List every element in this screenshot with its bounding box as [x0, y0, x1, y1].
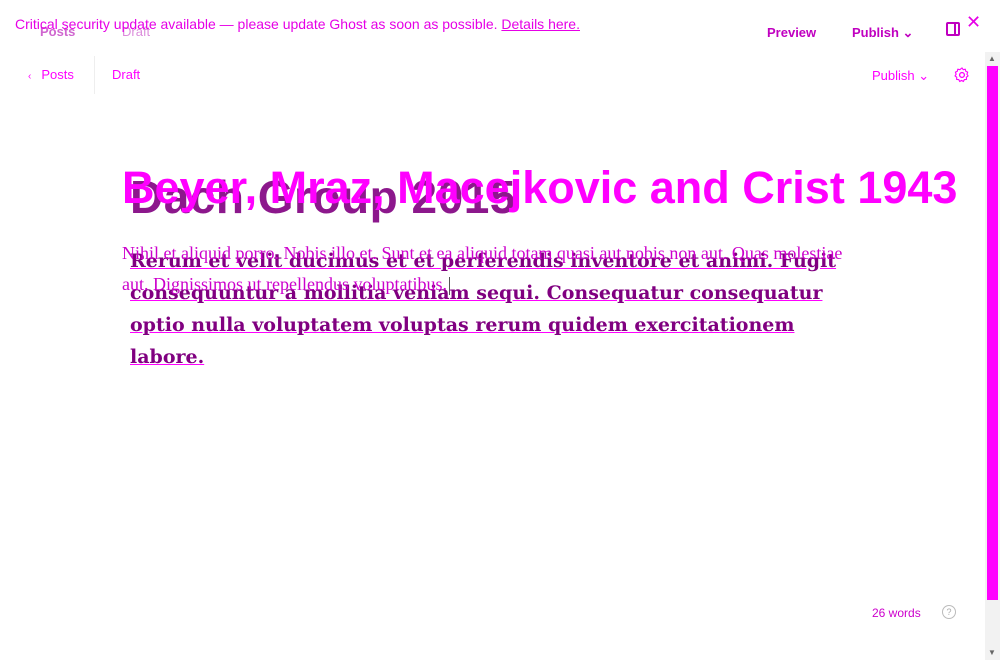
scrollbar-thumb[interactable] [987, 66, 998, 600]
text-caret [448, 276, 450, 295]
post-body-text: Nihil et aliquid porro. Nobis illo et. S… [122, 243, 843, 294]
publish-button[interactable]: Publish ⌄ [872, 68, 929, 84]
banner-details-link[interactable]: Details here. [501, 16, 580, 32]
back-to-posts-link[interactable]: ‹ Posts [28, 67, 74, 82]
post-body-editor[interactable]: Nihil et aliquid porro. Nobis illo et. S… [122, 238, 862, 300]
background-editor-layer: Posts Draft Preview Publish ⌄ Dach Group… [0, 0, 1000, 660]
preview-button[interactable]: Preview [767, 25, 816, 40]
close-icon[interactable]: ✕ [966, 13, 981, 31]
word-count: 26 words [872, 606, 921, 620]
sidebar-toggle-icon[interactable] [946, 22, 960, 36]
scroll-down-arrow-icon[interactable]: ▼ [988, 648, 996, 657]
background-publish-button[interactable]: Publish ⌄ [852, 25, 913, 41]
banner-message: Critical security update available — ple… [15, 16, 498, 32]
help-icon[interactable]: ? [942, 605, 956, 619]
post-title-input[interactable]: Beyer, Mraz, Macejkovic and Crist 1943 [122, 162, 957, 214]
chevron-left-icon: ‹ [28, 71, 32, 82]
security-update-banner: Critical security update available — ple… [15, 16, 580, 32]
back-to-posts-label: Posts [41, 67, 74, 82]
gear-icon[interactable] [953, 66, 971, 84]
scroll-up-arrow-icon[interactable]: ▲ [988, 54, 996, 63]
header-divider [94, 56, 95, 94]
post-status: Draft [112, 67, 141, 82]
